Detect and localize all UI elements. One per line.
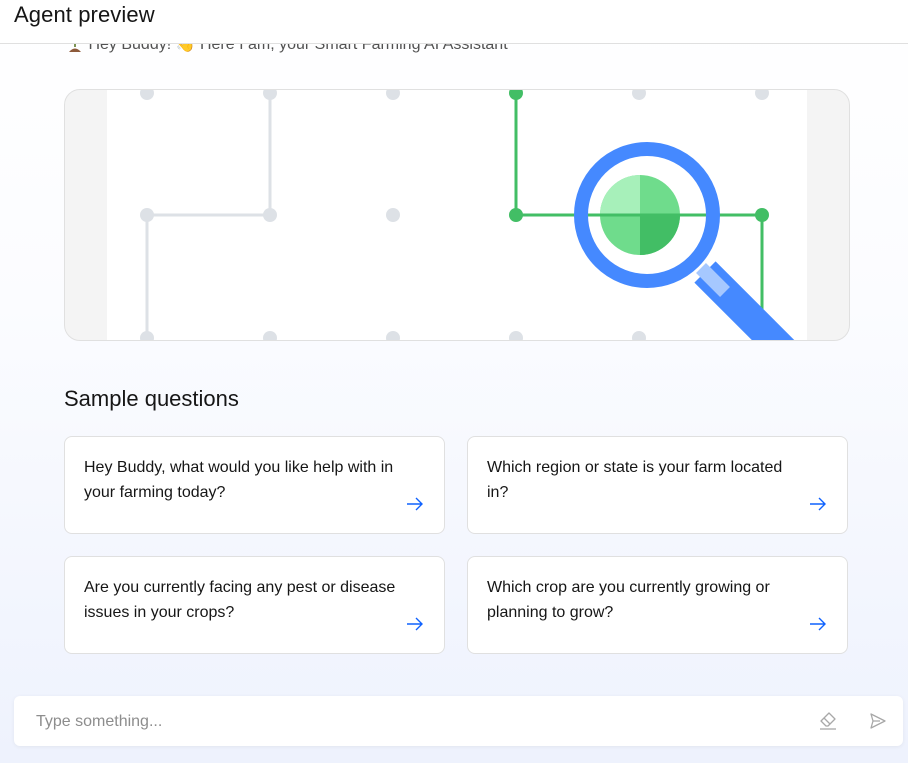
sample-question-card[interactable]: Which crop are you currently growing or …: [467, 556, 848, 654]
header-bar: Agent preview: [0, 0, 908, 44]
sample-question-card[interactable]: Hey Buddy, what would you like help with…: [64, 436, 445, 534]
arrow-right-icon: [407, 617, 423, 631]
arrow-right-icon: [810, 617, 826, 631]
arrow-right-icon: [407, 497, 423, 511]
message-composer: [14, 696, 903, 746]
sample-questions-title: Sample questions: [64, 386, 239, 411]
sample-question-text: Which region or state is your farm locat…: [487, 459, 783, 501]
sample-question-text: Are you currently facing any pest or dis…: [84, 579, 396, 621]
eraser-icon[interactable]: [818, 711, 838, 731]
arrow-right-icon: [810, 497, 826, 511]
sample-question-card[interactable]: Which region or state is your farm locat…: [467, 436, 848, 534]
page-title: Agent preview: [14, 2, 155, 27]
send-icon[interactable]: [868, 711, 888, 731]
sample-question-text: Which crop are you currently growing or …: [487, 579, 770, 621]
hero-illustration: [64, 89, 850, 341]
sample-question-card[interactable]: Are you currently facing any pest or dis…: [64, 556, 445, 654]
message-input[interactable]: [34, 708, 778, 736]
sample-question-text: Hey Buddy, what would you like help with…: [84, 459, 394, 501]
